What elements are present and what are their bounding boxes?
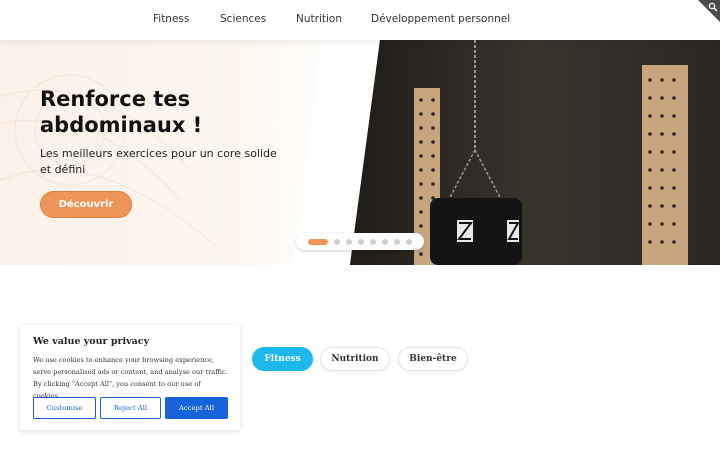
carousel-dot[interactable] [334,238,340,245]
carousel-dot[interactable] [382,238,388,245]
cookie-description: We use cookies to enhance your browsing … [33,356,228,400]
carousel-dot[interactable] [358,238,364,245]
accept-all-button[interactable]: Accept All [165,397,228,419]
carousel-dot[interactable] [406,238,412,245]
search-icon[interactable] [708,2,718,12]
nav-item-fitness[interactable]: Fitness [153,13,189,25]
carousel-dot[interactable] [394,238,400,245]
category-pill-nutrition[interactable]: Nutrition [320,347,390,371]
hero-title: Renforce tes abdominaux ! [40,87,203,137]
top-navigation: Fitness Sciences Nutrition Développement… [0,0,720,40]
customise-button[interactable]: Customise [33,397,96,419]
hero-banner: Renforce tes abdominaux ! Les meilleurs … [0,40,720,265]
category-pill-fitness[interactable]: Fitness [252,347,313,371]
reject-all-button[interactable]: Reject All [100,397,161,419]
category-pill-bien-etre[interactable]: Bien-être [398,347,468,371]
carousel-dot[interactable] [346,238,352,245]
carousel-pagination [296,233,424,250]
cookie-title: We value your privacy [33,336,150,347]
nav-item-developpement-personnel[interactable]: Développement personnel [371,13,510,25]
nav-item-sciences[interactable]: Sciences [220,13,266,25]
carousel-dot[interactable] [308,238,328,245]
discover-button[interactable]: Découvrir [40,191,132,218]
nav-item-nutrition[interactable]: Nutrition [296,13,342,25]
hero-subtitle: Les meilleurs exercices pour un core sol… [40,147,277,176]
cookie-consent-banner: We value your privacy We use cookies to … [20,325,240,430]
carousel-dot[interactable] [370,238,376,245]
